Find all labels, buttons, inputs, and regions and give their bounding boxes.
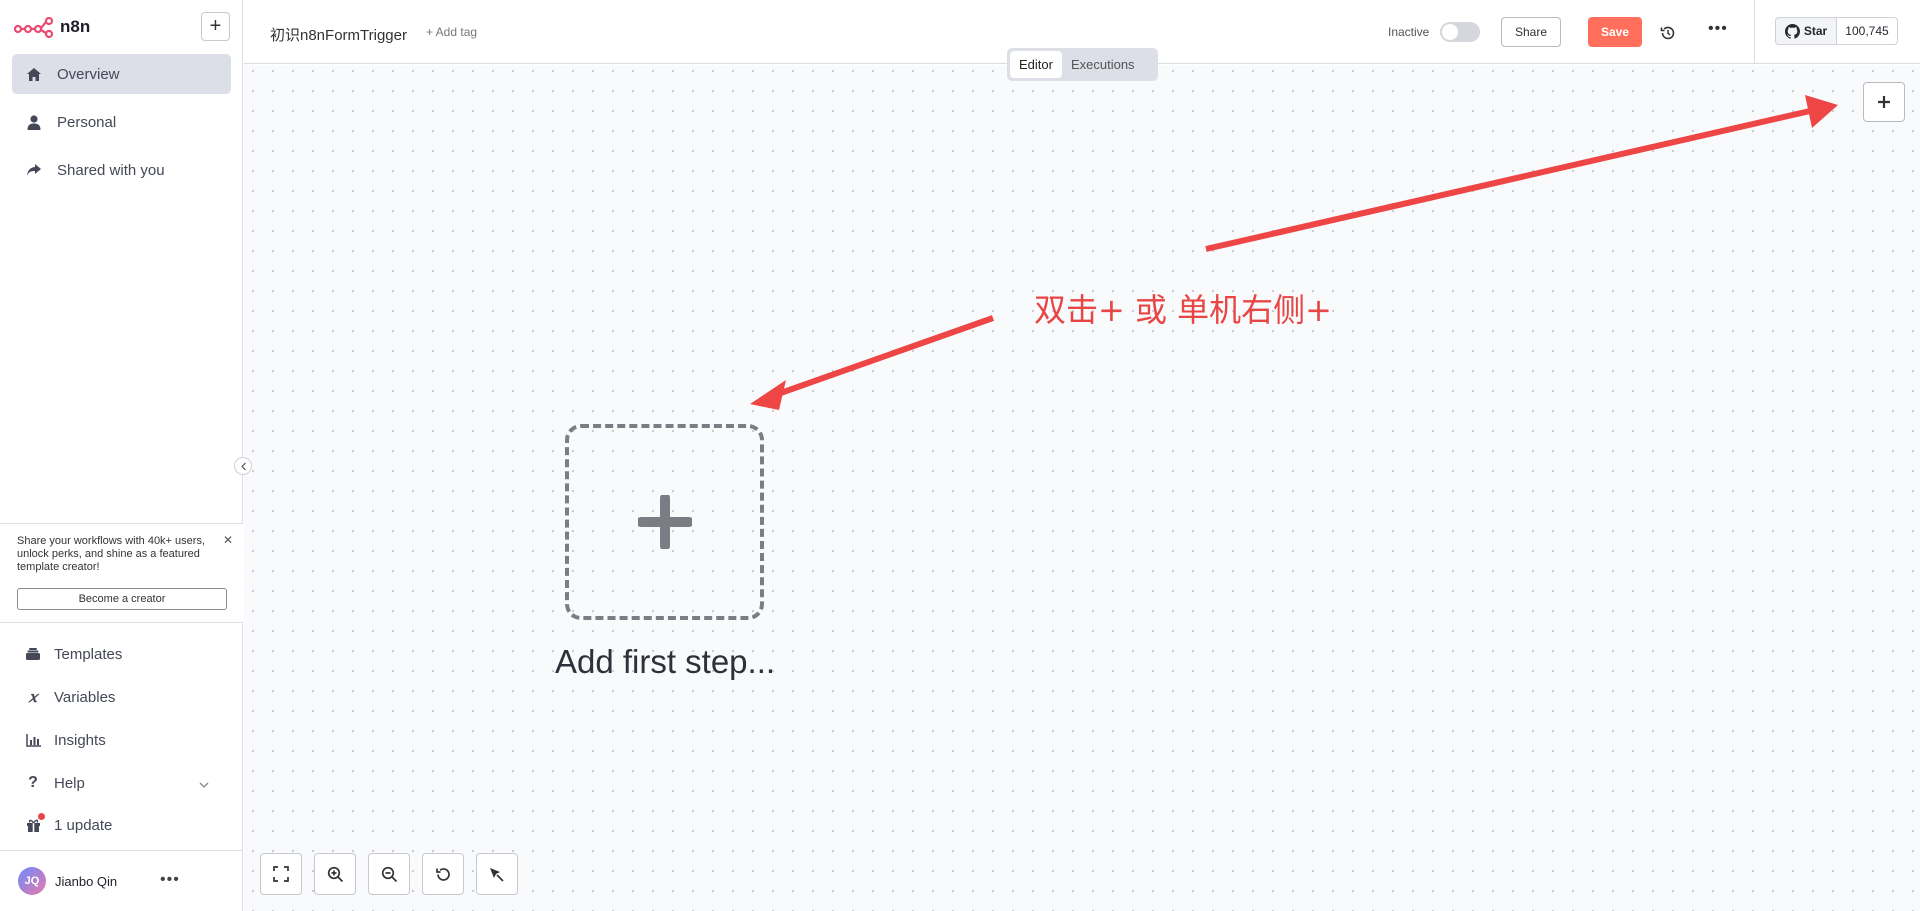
- tab-editor[interactable]: Editor: [1010, 51, 1062, 78]
- github-star-count[interactable]: 100,745: [1836, 17, 1898, 45]
- creator-promo-banner: Share your workflows with 40k+ users, un…: [0, 523, 243, 623]
- become-creator-button[interactable]: Become a creator: [17, 588, 227, 610]
- zoom-in-icon: [327, 866, 343, 882]
- zoom-out-icon: [381, 866, 397, 882]
- history-icon: [1660, 26, 1675, 40]
- add-first-step-label: Add first step...: [554, 643, 776, 680]
- sidebar-item-insights[interactable]: Insights: [12, 722, 231, 758]
- cursor-broom-icon: [490, 867, 504, 882]
- variables-icon: 𝑥: [28, 688, 38, 706]
- add-tag-link[interactable]: + Add tag: [426, 25, 477, 39]
- promo-text: Share your workflows with 40k+ users, un…: [17, 535, 205, 573]
- user-name: Jianbo Qin: [55, 873, 118, 889]
- zoom-out-button[interactable]: [368, 853, 410, 895]
- gift-icon: [24, 813, 45, 834]
- more-options-icon[interactable]: •••: [1708, 20, 1728, 38]
- zoom-in-button[interactable]: [314, 853, 356, 895]
- sidebar-item-updates[interactable]: 1 update: [12, 807, 231, 843]
- undo-icon: [435, 867, 450, 881]
- sidebar-item-overview[interactable]: Overview: [12, 54, 231, 94]
- save-button[interactable]: Save: [1588, 17, 1642, 47]
- close-icon[interactable]: ✕: [223, 533, 233, 547]
- plus-icon: +: [209, 15, 222, 37]
- logo-text: n8n: [60, 17, 91, 36]
- user-menu[interactable]: JQ Jianbo Qin •••: [0, 850, 243, 911]
- active-toggle[interactable]: [1440, 22, 1480, 42]
- tab-executions[interactable]: Executions: [1062, 51, 1144, 78]
- toggle-knob: [1442, 24, 1458, 40]
- sidebar-item-label: Variables: [54, 688, 116, 706]
- collapse-sidebar-button[interactable]: [234, 457, 252, 475]
- sidebar-item-variables[interactable]: 𝑥 Variables: [12, 679, 231, 715]
- templates-icon: [24, 645, 42, 663]
- canvas-controls: [260, 853, 530, 895]
- more-options-icon[interactable]: •••: [160, 871, 180, 889]
- sidebar-item-personal[interactable]: Personal: [12, 102, 231, 142]
- n8n-logo-icon: [14, 16, 54, 38]
- github-star-button[interactable]: Star: [1775, 17, 1837, 45]
- active-status-label: Inactive: [1388, 25, 1430, 39]
- sidebar: n8n + Overview Personal Shared with you …: [0, 0, 243, 911]
- open-nodes-panel-button[interactable]: [1863, 82, 1905, 122]
- fit-view-button[interactable]: [260, 853, 302, 895]
- notification-dot: [38, 813, 45, 820]
- history-button[interactable]: [1657, 22, 1679, 44]
- home-icon: [25, 65, 43, 83]
- fullscreen-icon: [273, 866, 289, 882]
- sidebar-item-label: Insights: [54, 731, 106, 749]
- insights-icon: [24, 731, 42, 749]
- chevron-down-icon: [199, 775, 209, 792]
- annotation-text: 双击+ 或 单机右侧+: [1034, 291, 1332, 329]
- sidebar-item-label: Overview: [57, 65, 120, 83]
- github-icon: [1784, 23, 1800, 39]
- sidebar-item-label: Templates: [54, 645, 123, 663]
- logo[interactable]: n8n: [14, 12, 90, 42]
- sidebar-item-shared[interactable]: Shared with you: [12, 150, 231, 190]
- sidebar-item-label: Help: [54, 774, 85, 792]
- help-icon: ?: [28, 774, 38, 791]
- plus-icon: [637, 495, 692, 549]
- chevron-left-icon: [240, 462, 246, 470]
- tidy-up-button[interactable]: [476, 853, 518, 895]
- workflow-canvas[interactable]: [244, 65, 1920, 911]
- sidebar-item-label: Personal: [57, 113, 117, 131]
- workflow-title[interactable]: 初识n8nFormTrigger: [270, 24, 407, 45]
- sidebar-item-label: 1 update: [54, 816, 113, 834]
- user-icon: [25, 113, 43, 131]
- reset-zoom-button[interactable]: [422, 853, 464, 895]
- sidebar-item-help[interactable]: ? Help: [12, 765, 231, 801]
- star-label: Star: [1803, 24, 1828, 38]
- share-button[interactable]: Share: [1501, 17, 1561, 47]
- sidebar-item-templates[interactable]: Templates: [12, 636, 231, 672]
- header-divider: [1754, 0, 1755, 64]
- create-new-button[interactable]: +: [201, 12, 230, 41]
- plus-icon: [1878, 96, 1890, 108]
- view-tabs: Editor Executions: [1007, 48, 1158, 81]
- sidebar-item-label: Shared with you: [57, 161, 165, 179]
- share-icon: [25, 161, 43, 179]
- add-first-step-button[interactable]: [565, 424, 764, 620]
- avatar: JQ: [18, 867, 46, 895]
